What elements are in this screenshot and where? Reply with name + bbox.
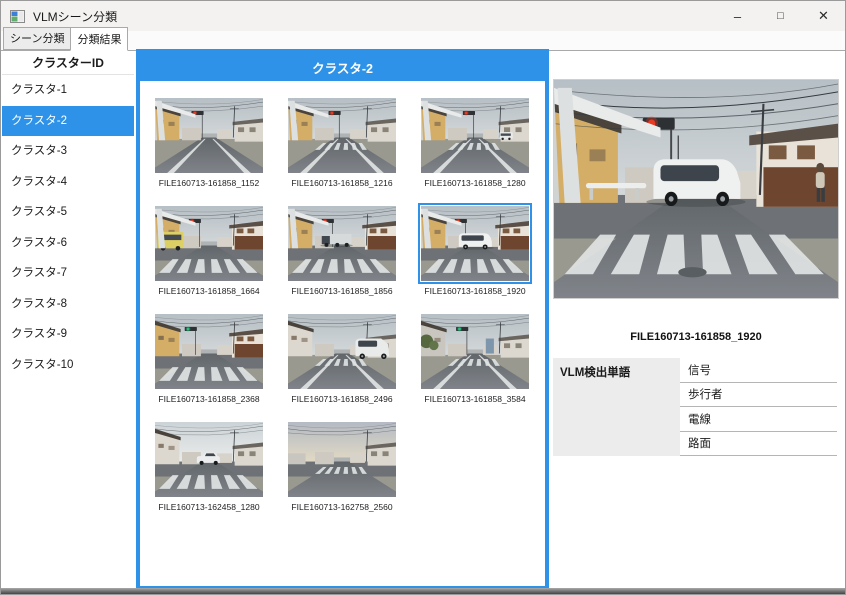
thumbnail-image-intersection-bus-red[interactable] [152, 203, 266, 284]
thumbnail-image-intersection-truck-red[interactable] [285, 203, 399, 284]
thumbnail-image-street-green[interactable] [418, 311, 532, 392]
thumbnail-image-intersection-car-crossing[interactable] [152, 419, 266, 500]
cluster-item-2[interactable]: クラスタ-2 [2, 106, 134, 137]
cluster-item-7[interactable]: クラスタ-7 [2, 258, 134, 289]
thumbnail-cell[interactable]: FILE160713-161858_3584 [418, 311, 532, 404]
selected-filename: FILE160713-161858_1920 [553, 331, 839, 343]
thumbnail-filename: FILE160713-161858_1216 [285, 178, 399, 188]
thumbnail-cell[interactable]: FILE160713-161858_1280 [418, 95, 532, 188]
thumbnail-cell[interactable]: FILE160713-161858_1152 [152, 95, 266, 188]
vlm-table-header: VLM検出単語 [553, 358, 680, 456]
thumbnail-cell[interactable]: FILE160713-161858_1216 [285, 95, 399, 188]
vlm-word-row: 信号 [680, 358, 837, 383]
window-title: VLMシーン分類 [33, 8, 117, 25]
cluster-item-1[interactable]: クラスタ-1 [2, 75, 134, 106]
thumbnail-cell[interactable]: FILE160713-161858_1664 [152, 203, 266, 296]
thumbnail-filename: FILE160713-161858_3584 [418, 394, 532, 404]
cluster-item-8[interactable]: クラスタ-8 [2, 289, 134, 320]
thumbnail-filename: FILE160713-162758_2560 [285, 502, 399, 512]
cluster-panel-title: クラスタ-2 [140, 53, 545, 81]
thumbnail-cell[interactable]: FILE160713-161858_1920 [418, 203, 532, 296]
thumbnail-cell[interactable]: FILE160713-161858_1856 [285, 203, 399, 296]
preview-image [553, 79, 839, 299]
window-bottom-edge [1, 588, 845, 594]
thumbnail-image-intersection-green[interactable] [152, 311, 266, 392]
thumbnail-image-street-approach-red-2[interactable] [285, 95, 399, 176]
vlm-word-row: 歩行者 [680, 383, 837, 408]
window-controls: – □ ✕ [716, 1, 845, 31]
thumbnail-filename: FILE160713-161858_2368 [152, 394, 266, 404]
minimize-button[interactable]: – [716, 1, 759, 31]
app-icon [10, 10, 25, 23]
tab-bar: シーン分類 分類結果 [1, 31, 845, 51]
vlm-word-row: 電線 [680, 407, 837, 432]
tab-classification-result[interactable]: 分類結果 [70, 27, 128, 51]
cluster-panel: クラスタ-2 FILE160713-161858_1152FILE160713-… [136, 49, 549, 590]
cluster-sidebar: クラスターID クラスタ-1クラスタ-2クラスタ-3クラスタ-4クラスタ-5クラ… [2, 53, 134, 584]
thumbnail-grid: FILE160713-161858_1152 FILE160713-161858_… [140, 81, 545, 512]
cluster-item-10[interactable]: クラスタ-10 [2, 350, 134, 381]
cluster-item-3[interactable]: クラスタ-3 [2, 136, 134, 167]
thumbnail-filename: FILE160713-161858_1856 [285, 286, 399, 296]
thumbnail-cell[interactable]: FILE160713-161858_2496 [285, 311, 399, 404]
cluster-item-5[interactable]: クラスタ-5 [2, 197, 134, 228]
thumbnail-cell[interactable]: FILE160713-161858_2368 [152, 311, 266, 404]
thumbnail-image-intersection-van-red[interactable] [418, 203, 532, 284]
thumbnail-filename: FILE160713-161858_2496 [285, 394, 399, 404]
thumbnail-cell[interactable]: FILE160713-162458_1280 [152, 419, 266, 512]
cluster-item-4[interactable]: クラスタ-4 [2, 167, 134, 198]
thumbnail-image-street-approach-red-3[interactable] [418, 95, 532, 176]
cluster-item-6[interactable]: クラスタ-6 [2, 228, 134, 259]
thumbnail-cell[interactable]: FILE160713-162758_2560 [285, 419, 399, 512]
vlm-word-list: 信号歩行者電線路面 [680, 358, 837, 456]
thumbnail-filename: FILE160713-161858_1920 [418, 286, 532, 296]
cluster-item-9[interactable]: クラスタ-9 [2, 319, 134, 350]
thumbnail-filename: FILE160713-161858_1152 [152, 178, 266, 188]
cluster-list: クラスタ-1クラスタ-2クラスタ-3クラスタ-4クラスタ-5クラスタ-6クラスタ… [2, 75, 134, 380]
vlm-table: VLM検出単語 信号歩行者電線路面 [553, 358, 837, 456]
thumbnail-filename: FILE160713-161858_1280 [418, 178, 532, 188]
vlm-word-row: 路面 [680, 432, 837, 457]
cluster-id-header: クラスターID [2, 53, 134, 75]
thumbnail-filename: FILE160713-162458_1280 [152, 502, 266, 512]
tab-scene-classification[interactable]: シーン分類 [3, 27, 71, 50]
app-window: VLMシーン分類 – □ ✕ シーン分類 分類結果 クラスターID クラスタ-1… [0, 0, 846, 595]
thumbnail-image-intersection-open-dusk[interactable] [285, 419, 399, 500]
thumbnail-image-street-approach-red-1[interactable] [152, 95, 266, 176]
thumbnail-image-street-van-right[interactable] [285, 311, 399, 392]
maximize-button[interactable]: □ [759, 1, 802, 31]
thumbnail-filename: FILE160713-161858_1664 [152, 286, 266, 296]
close-button[interactable]: ✕ [802, 1, 845, 31]
